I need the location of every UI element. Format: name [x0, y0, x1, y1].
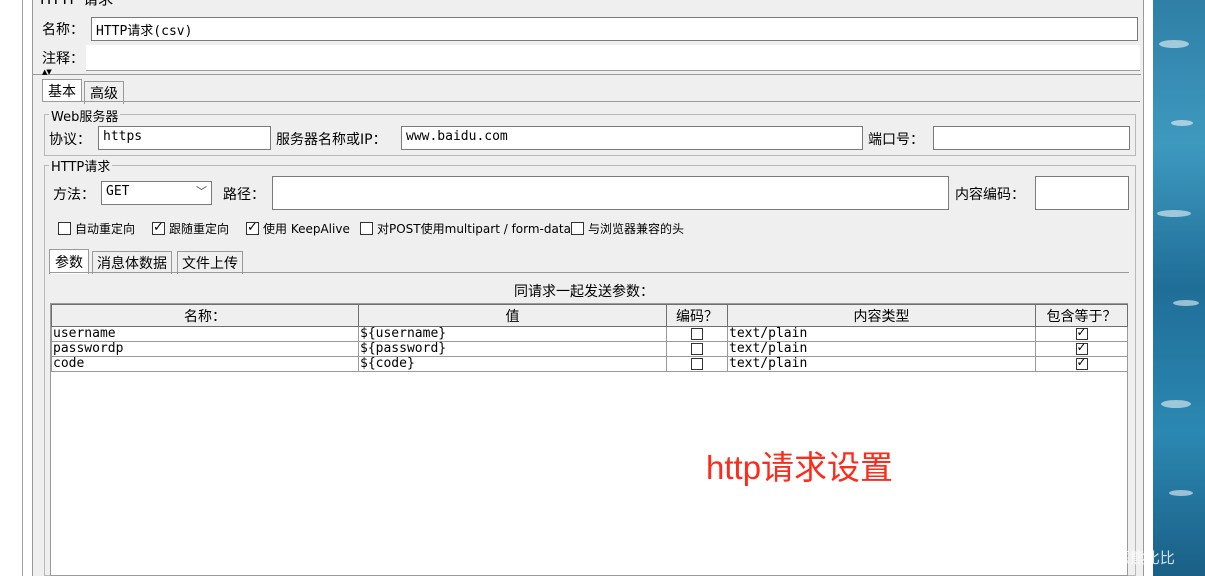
- subtab-baseline: [49, 272, 1129, 273]
- column-header-value[interactable]: 值: [358, 304, 667, 327]
- protocol-label: 协议：: [49, 132, 91, 148]
- port-label: 端口号：: [868, 132, 924, 148]
- option-keepalive[interactable]: 使用 KeepAlive: [246, 220, 350, 237]
- follow-redirect-checkbox[interactable]: [152, 220, 165, 235]
- watermark: CSDN @恶熊比比: [1053, 550, 1175, 567]
- auto-redirect-label: 自动重定向: [75, 222, 136, 236]
- port-input[interactable]: [933, 126, 1130, 150]
- protocol-input[interactable]: https: [98, 126, 271, 150]
- keepalive-checkbox[interactable]: [246, 220, 259, 235]
- web-server-legend: Web服务器: [49, 106, 121, 125]
- tab-parameters[interactable]: 参数: [49, 249, 89, 274]
- name-label: 名称：: [42, 22, 84, 38]
- param-name-cell[interactable]: passwordp: [51, 341, 359, 357]
- chevron-down-icon: ﹀: [196, 185, 207, 198]
- content-encoding-label: 内容编码：: [955, 187, 1025, 203]
- browser-headers-checkbox[interactable]: [571, 222, 584, 235]
- multipart-checkbox[interactable]: [360, 222, 373, 235]
- multipart-label: 对POST使用multipart / form-data: [377, 222, 571, 236]
- auto-redirect-checkbox[interactable]: [58, 222, 71, 235]
- param-content-type-cell[interactable]: text/plain: [727, 341, 1036, 357]
- table-row[interactable]: code ${code} text/plain: [51, 356, 1128, 372]
- desktop-background: [1153, 0, 1205, 576]
- name-input[interactable]: HTTP请求(csv): [91, 17, 1138, 41]
- include-equals-checkbox[interactable]: [1075, 342, 1088, 355]
- tab-baseline: [42, 101, 1140, 102]
- table-row[interactable]: username ${username} text/plain: [51, 326, 1128, 342]
- column-header-content-type[interactable]: 内容类型: [727, 304, 1036, 327]
- column-header-encode[interactable]: 编码？: [666, 304, 728, 327]
- option-browser-headers[interactable]: 与浏览器兼容的头: [571, 220, 684, 237]
- param-value-cell[interactable]: ${username}: [358, 326, 667, 342]
- column-header-name[interactable]: 名称：: [51, 304, 359, 327]
- content-encoding-input[interactable]: [1035, 176, 1129, 210]
- params-caption: 同请求一起发送参数：: [514, 284, 654, 300]
- param-value-cell[interactable]: ${code}: [358, 356, 667, 372]
- method-select[interactable]: GET ﹀: [101, 181, 212, 205]
- follow-redirect-label: 跟随重定向: [169, 222, 230, 236]
- param-encode-cell[interactable]: [666, 341, 728, 357]
- option-multipart[interactable]: 对POST使用multipart / form-data: [360, 220, 571, 237]
- comment-label: 注释：: [42, 51, 84, 67]
- param-content-type-cell[interactable]: text/plain: [727, 326, 1036, 342]
- include-equals-checkbox[interactable]: [1075, 327, 1088, 340]
- param-include-equals-cell[interactable]: [1035, 326, 1128, 342]
- param-name-cell[interactable]: username: [51, 326, 359, 342]
- table-row[interactable]: passwordp ${password} text/plain: [51, 341, 1128, 357]
- param-value-cell[interactable]: ${password}: [358, 341, 667, 357]
- server-name-label: 服务器名称或IP：: [276, 132, 387, 148]
- collapse-arrows-icon[interactable]: ▲▼: [42, 68, 52, 76]
- tab-body-data[interactable]: 消息体数据: [92, 251, 172, 274]
- encode-checkbox[interactable]: [691, 357, 703, 370]
- param-name-cell[interactable]: code: [51, 356, 359, 372]
- panel-title: HTTP 请求: [40, 0, 113, 9]
- tab-file-upload[interactable]: 文件上传: [177, 251, 243, 274]
- method-label: 方法：: [53, 187, 95, 203]
- params-header-row: 名称： 值 编码？ 内容类型 包含等于？: [51, 304, 1128, 327]
- tab-basic[interactable]: 基本: [42, 79, 82, 102]
- separator: [33, 74, 1141, 75]
- path-label: 路径：: [223, 187, 265, 203]
- param-encode-cell[interactable]: [666, 326, 728, 342]
- option-follow-redirect[interactable]: 跟随重定向: [152, 220, 229, 237]
- path-input[interactable]: [272, 176, 949, 210]
- comment-input[interactable]: [86, 45, 1140, 71]
- param-encode-cell[interactable]: [666, 356, 728, 372]
- param-content-type-cell[interactable]: text/plain: [727, 356, 1036, 372]
- keepalive-label: 使用 KeepAlive: [263, 222, 350, 236]
- server-name-input[interactable]: www.baidu.com: [401, 126, 863, 150]
- param-include-equals-cell[interactable]: [1035, 341, 1128, 357]
- left-margin: [0, 0, 23, 576]
- option-auto-redirect[interactable]: 自动重定向: [58, 220, 135, 237]
- column-header-include-equals[interactable]: 包含等于？: [1035, 304, 1128, 327]
- include-equals-checkbox[interactable]: [1075, 357, 1088, 370]
- encode-checkbox[interactable]: [691, 342, 703, 355]
- method-value: GET: [106, 184, 130, 199]
- http-request-legend: HTTP请求: [49, 156, 113, 175]
- annotation-text: http请求设置: [706, 449, 894, 486]
- param-include-equals-cell[interactable]: [1035, 356, 1128, 372]
- browser-headers-label: 与浏览器兼容的头: [588, 222, 685, 236]
- encode-checkbox[interactable]: [691, 327, 703, 340]
- params-table[interactable]: 名称： 值 编码？ 内容类型 包含等于？ username ${username…: [51, 304, 1128, 372]
